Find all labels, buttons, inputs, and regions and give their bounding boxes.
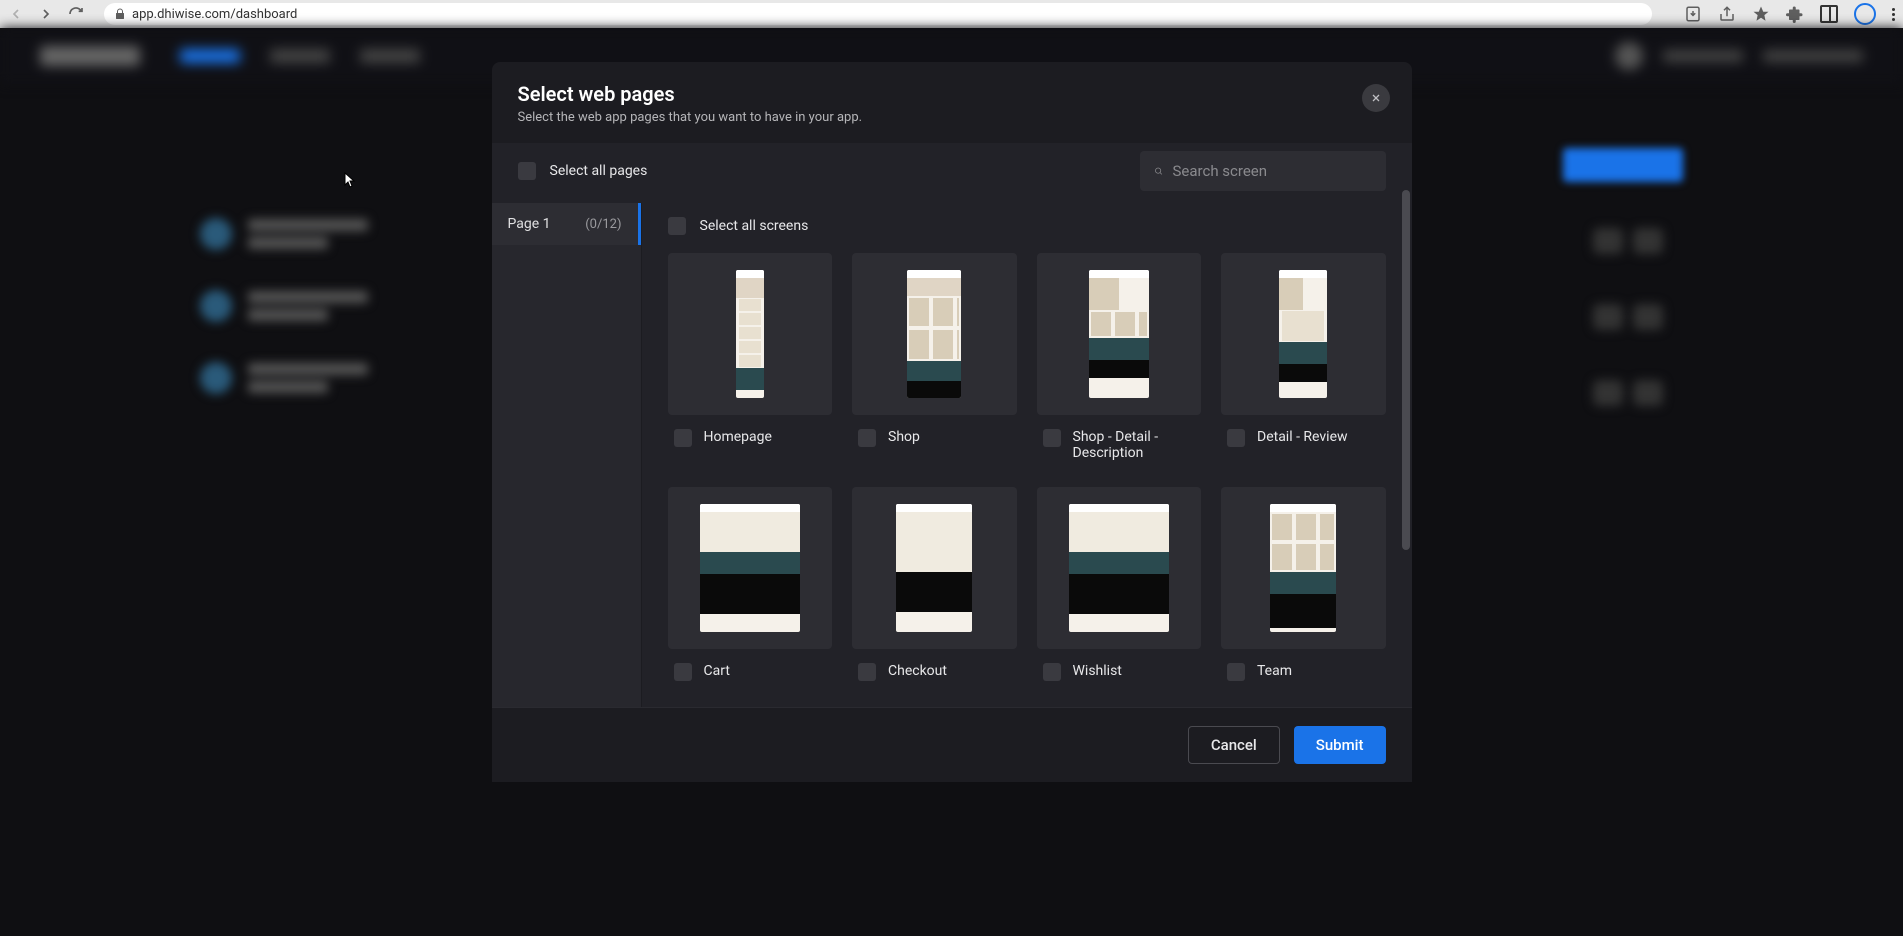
screen-thumbnail[interactable] bbox=[1037, 253, 1202, 415]
screens-grid: Homepage Shop bbox=[668, 253, 1386, 687]
screen-checkbox[interactable] bbox=[1227, 663, 1245, 681]
search-input[interactable] bbox=[1173, 162, 1372, 180]
screen-card-checkout: Checkout bbox=[852, 487, 1017, 687]
chrome-menu-icon[interactable] bbox=[1892, 8, 1895, 21]
screen-thumbnail[interactable] bbox=[1221, 487, 1386, 649]
side-panel-icon[interactable] bbox=[1820, 5, 1838, 23]
url-bar[interactable]: app.dhiwise.com/dashboard bbox=[104, 3, 1652, 25]
page-tab[interactable]: Page 1 (0/12) bbox=[492, 203, 641, 245]
screen-thumbnail[interactable] bbox=[668, 487, 833, 649]
select-all-pages-checkbox[interactable] bbox=[518, 162, 536, 180]
screen-thumbnail[interactable] bbox=[668, 253, 833, 415]
extensions-icon[interactable] bbox=[1786, 5, 1804, 23]
page-tab-count: (0/12) bbox=[585, 217, 621, 232]
screen-checkbox[interactable] bbox=[674, 429, 692, 447]
close-icon bbox=[1370, 92, 1382, 104]
cancel-button[interactable]: Cancel bbox=[1188, 726, 1280, 764]
screen-card-team: Team bbox=[1221, 487, 1386, 687]
screen-name: Cart bbox=[704, 663, 730, 679]
screen-card-homepage: Homepage bbox=[668, 253, 833, 467]
modal-header: Select web pages Select the web app page… bbox=[492, 62, 1412, 143]
screen-name: Shop bbox=[888, 429, 920, 445]
screen-checkbox[interactable] bbox=[1043, 429, 1061, 447]
modal-subtitle: Select the web app pages that you want t… bbox=[518, 110, 1386, 125]
select-all-pages-label: Select all pages bbox=[550, 163, 648, 179]
screen-checkbox[interactable] bbox=[1227, 429, 1245, 447]
screen-thumbnail[interactable] bbox=[852, 253, 1017, 415]
screens-area: Select all screens Homepage bbox=[642, 203, 1412, 707]
screen-card-cart: Cart bbox=[668, 487, 833, 687]
screen-name: Detail - Review bbox=[1257, 429, 1348, 445]
scrollbar[interactable] bbox=[1402, 190, 1410, 610]
modal-overlay: Select web pages Select the web app page… bbox=[0, 28, 1903, 936]
screen-card-detail-review: Detail - Review bbox=[1221, 253, 1386, 467]
screen-checkbox[interactable] bbox=[674, 663, 692, 681]
screen-checkbox[interactable] bbox=[858, 663, 876, 681]
screen-thumbnail[interactable] bbox=[1037, 487, 1202, 649]
select-all-screens-checkbox[interactable] bbox=[668, 217, 686, 235]
scrollbar-thumb[interactable] bbox=[1402, 190, 1410, 550]
modal-toolbar: Select all pages bbox=[492, 143, 1412, 203]
back-button[interactable] bbox=[8, 6, 24, 22]
screen-card-shop-detail: Shop - Detail - Description bbox=[1037, 253, 1202, 467]
screen-name: Checkout bbox=[888, 663, 947, 679]
select-all-screens-control[interactable]: Select all screens bbox=[642, 203, 1412, 249]
search-icon bbox=[1154, 163, 1163, 179]
forward-button[interactable] bbox=[38, 6, 54, 22]
install-app-icon[interactable] bbox=[1684, 5, 1702, 23]
page-tab-label: Page 1 bbox=[508, 216, 551, 232]
screen-name: Team bbox=[1257, 663, 1292, 679]
close-button[interactable] bbox=[1362, 84, 1390, 112]
browser-chrome: app.dhiwise.com/dashboard bbox=[0, 0, 1903, 28]
select-all-screens-label: Select all screens bbox=[700, 218, 809, 234]
screen-thumbnail[interactable] bbox=[1221, 253, 1386, 415]
lock-icon bbox=[114, 8, 126, 20]
select-pages-modal: Select web pages Select the web app page… bbox=[492, 62, 1412, 782]
reload-button[interactable] bbox=[68, 6, 84, 22]
cursor-icon bbox=[344, 172, 356, 188]
screen-name: Shop - Detail - Description bbox=[1073, 429, 1196, 461]
screen-name: Homepage bbox=[704, 429, 772, 445]
screen-checkbox[interactable] bbox=[1043, 663, 1061, 681]
select-all-pages-control[interactable]: Select all pages bbox=[518, 162, 648, 180]
url-text: app.dhiwise.com/dashboard bbox=[132, 7, 297, 22]
screen-checkbox[interactable] bbox=[858, 429, 876, 447]
modal-title: Select web pages bbox=[518, 82, 1386, 106]
pages-sidebar: Page 1 (0/12) bbox=[492, 203, 642, 707]
search-box[interactable] bbox=[1140, 151, 1386, 191]
share-icon[interactable] bbox=[1718, 5, 1736, 23]
screen-thumbnail[interactable] bbox=[852, 487, 1017, 649]
submit-button[interactable]: Submit bbox=[1294, 726, 1386, 764]
screen-name: Wishlist bbox=[1073, 663, 1122, 679]
screen-card-wishlist: Wishlist bbox=[1037, 487, 1202, 687]
screen-card-shop: Shop bbox=[852, 253, 1017, 467]
modal-footer: Cancel Submit bbox=[492, 707, 1412, 782]
bookmark-star-icon[interactable] bbox=[1752, 5, 1770, 23]
profile-avatar-icon[interactable] bbox=[1854, 3, 1876, 25]
